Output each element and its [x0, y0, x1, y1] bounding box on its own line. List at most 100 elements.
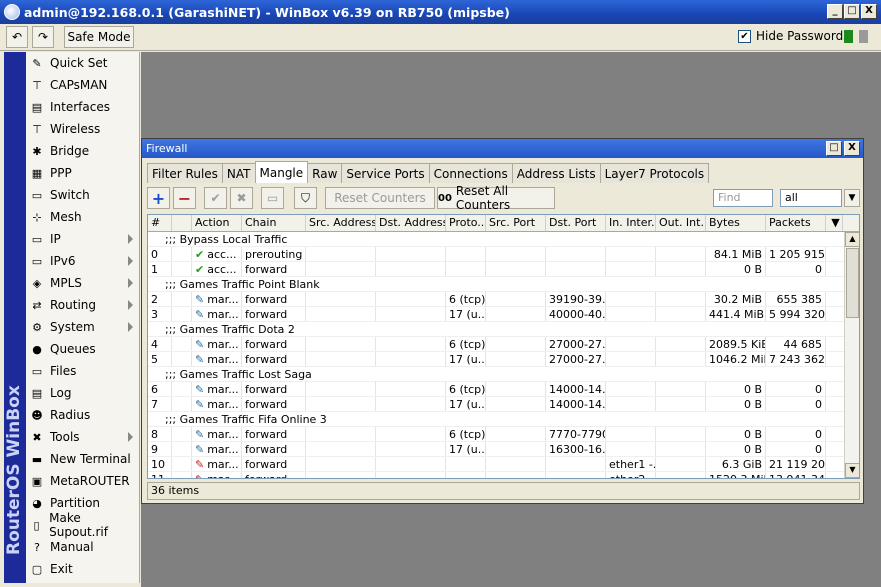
sidebar-item-switch[interactable]: ▭ Switch: [26, 184, 139, 206]
comment-row[interactable]: ;;; Bypass Local Traffic: [148, 232, 845, 247]
tab-raw[interactable]: Raw: [307, 163, 343, 183]
column-header[interactable]: Out. Int...: [656, 215, 706, 231]
column-header[interactable]: Packets: [766, 215, 826, 231]
sidebar-item-capsman[interactable]: ⊤ CAPsMAN: [26, 74, 139, 96]
sidebar-item-ppp[interactable]: ▦ PPP: [26, 162, 139, 184]
sidebar-item-log[interactable]: ▤ Log: [26, 382, 139, 404]
sidebar-item-files[interactable]: ▭ Files: [26, 360, 139, 382]
column-header[interactable]: [172, 215, 192, 231]
hide-passwords-toggle[interactable]: ✔ Hide Passwords: [738, 29, 849, 43]
sidebar-item-mpls[interactable]: ◈ MPLS: [26, 272, 139, 294]
table-row[interactable]: 11✎mar...forwardether2 -...1520.3 MiB13 …: [148, 472, 845, 478]
sidebar-item-queues[interactable]: ● Queues: [26, 338, 139, 360]
filter-select[interactable]: all: [780, 189, 842, 207]
sidebar-item-new-terminal[interactable]: ▬ New Terminal: [26, 448, 139, 470]
table-row[interactable]: 4 ✎mar...forward 6 (tcp) 27000-27... 2089.5 …: [148, 337, 845, 352]
column-header[interactable]: Proto...: [446, 215, 486, 231]
table-row[interactable]: 3 ✎mar...forward 17 (u... 40000-40... 441.4 …: [148, 307, 845, 322]
tab-service-ports[interactable]: Service Ports: [341, 163, 430, 183]
sidebar-item-ipv6[interactable]: ▭ IPv6: [26, 250, 139, 272]
cell-chain: forward: [242, 472, 306, 478]
filter-button[interactable]: ⛉: [294, 187, 317, 209]
table-row[interactable]: 2 ✎mar...forward 6 (tcp) 39190-39... 30.2 Mi…: [148, 292, 845, 307]
undo-button[interactable]: ↶: [6, 26, 28, 48]
table-row[interactable]: 9 ✎mar...forward 17 (u... 16300-16... 0 B0: [148, 442, 845, 457]
firewall-maximize-button[interactable]: □: [826, 141, 842, 156]
submenu-arrow-icon: [128, 278, 133, 288]
tab-layer7-protocols[interactable]: Layer7 Protocols: [599, 163, 710, 183]
column-header[interactable]: In. Inter...: [606, 215, 656, 231]
safe-mode-button[interactable]: Safe Mode: [64, 26, 134, 48]
remove-button[interactable]: −: [173, 187, 196, 209]
tab-filter-rules[interactable]: Filter Rules: [147, 163, 223, 183]
add-button[interactable]: +: [147, 187, 170, 209]
comment-row[interactable]: ;;; Games Traffic Fifa Online 3: [148, 412, 845, 427]
sidebar-item-quick-set[interactable]: ✎ Quick Set: [26, 52, 139, 74]
comment-row[interactable]: ;;; Games Traffic Point Blank: [148, 277, 845, 292]
find-input[interactable]: Find: [713, 189, 773, 207]
flag-cell: [172, 352, 192, 366]
table-row[interactable]: 0 ✔ acc... prerouting 84.1 MiB 1 205 915: [148, 247, 845, 262]
filter-dropdown-button[interactable]: ▼: [844, 189, 860, 207]
close-button[interactable]: X: [861, 4, 877, 19]
sidebar-item-system[interactable]: ⚙ System: [26, 316, 139, 338]
redo-button[interactable]: ↷: [32, 26, 54, 48]
accept-icon: ✔: [195, 248, 205, 261]
table-row[interactable]: 7 ✎mar...forward 17 (u... 14000-14... 0 B0: [148, 397, 845, 412]
table-row[interactable]: 5 ✎mar...forward 17 (u... 27000-27... 1046.2…: [148, 352, 845, 367]
tab-connections[interactable]: Connections: [428, 163, 513, 183]
reset-counters-button[interactable]: Reset Counters: [325, 187, 435, 209]
table-row[interactable]: 10 ✎mar...forward ether1 -... 6.3 GiB21 119…: [148, 457, 845, 472]
vertical-scrollbar[interactable]: ▲ ▼: [844, 232, 859, 478]
column-header[interactable]: Src. Port: [486, 215, 546, 231]
column-header[interactable]: Bytes: [706, 215, 766, 231]
sidebar-item-routing[interactable]: ⇄ Routing: [26, 294, 139, 316]
sidebar-item-radius[interactable]: ☻ Radius: [26, 404, 139, 426]
comment-button[interactable]: ▭: [261, 187, 284, 209]
firewall-close-button[interactable]: X: [844, 141, 860, 156]
sidebar-item-interfaces[interactable]: ▤ Interfaces: [26, 96, 139, 118]
maximize-button[interactable]: □: [844, 4, 860, 19]
hide-passwords-checkbox[interactable]: ✔: [738, 29, 751, 43]
column-header[interactable]: Dst. Address: [376, 215, 446, 231]
sidebar-item-exit[interactable]: ▢ Exit: [26, 558, 139, 580]
column-header[interactable]: #: [148, 215, 172, 231]
table-row[interactable]: 1 ✔ acc... forward 0 B0: [148, 262, 845, 277]
table-row[interactable]: 8 ✎ mar... forward 6 (tcp) 7770-7790 0 B0: [148, 427, 845, 442]
tab-nat[interactable]: NAT: [221, 163, 256, 183]
scroll-thumb[interactable]: [846, 248, 859, 318]
flag-cell: [172, 337, 192, 351]
comment-row[interactable]: ;;; Games Traffic Lost Saga: [148, 367, 845, 382]
minimize-button[interactable]: _: [827, 4, 843, 19]
sidebar-item-make-supout-rif[interactable]: ▯ Make Supout.rif: [26, 511, 139, 539]
cell-src: [306, 292, 376, 306]
disable-button[interactable]: ✖: [230, 187, 253, 209]
scroll-down-icon[interactable]: ▼: [845, 463, 859, 478]
cell-action: ✔ acc...: [192, 262, 242, 276]
column-header[interactable]: Action: [192, 215, 242, 231]
tab-mangle[interactable]: Mangle: [254, 161, 309, 183]
sidebar-item-ip[interactable]: ▭ IP: [26, 228, 139, 250]
column-header[interactable]: Chain: [242, 215, 306, 231]
sidebar-item-bridge[interactable]: ✱ Bridge: [26, 140, 139, 162]
flag-cell: [172, 457, 192, 471]
table-row[interactable]: 6 ✎mar...forward 6 (tcp) 14000-14... 0 B0: [148, 382, 845, 397]
sidebar-item-manual[interactable]: ? Manual: [26, 536, 139, 558]
sidebar-item-metarouter[interactable]: ▣ MetaROUTER: [26, 470, 139, 492]
submenu-arrow-icon: [128, 300, 133, 310]
cell-dst: [376, 262, 446, 276]
column-header[interactable]: Dst. Port: [546, 215, 606, 231]
cell-chain: forward: [242, 442, 306, 456]
sidebar-item-mesh[interactable]: ⊹ Mesh: [26, 206, 139, 228]
columns-menu-icon[interactable]: ▼: [826, 215, 843, 231]
scroll-up-icon[interactable]: ▲: [845, 232, 859, 247]
column-header[interactable]: Src. Address: [306, 215, 376, 231]
brand-strip: RouterOS WinBox: [4, 52, 26, 583]
enable-button[interactable]: ✔: [204, 187, 227, 209]
tab-address-lists[interactable]: Address Lists: [511, 163, 601, 183]
mark-icon: ✎: [195, 383, 205, 396]
reset-all-counters-button[interactable]: 00 Reset All Counters: [437, 184, 555, 212]
comment-row[interactable]: ;;; Games Traffic Dota 2: [148, 322, 845, 337]
sidebar-item-tools[interactable]: ✖ Tools: [26, 426, 139, 448]
sidebar-item-wireless[interactable]: ⊤ Wireless: [26, 118, 139, 140]
